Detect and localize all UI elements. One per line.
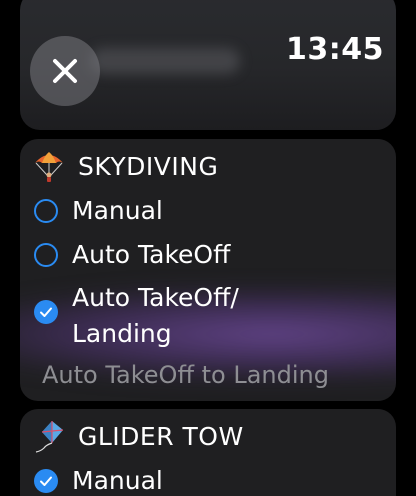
checkmark-icon: [34, 300, 58, 324]
kite-icon: [32, 419, 66, 453]
skydiving-title: SKYDIVING: [78, 151, 219, 181]
radio-unchecked-icon: [34, 243, 58, 267]
skydiving-card: SKYDIVING Manual Auto TakeOff Auto TakeO…: [20, 139, 396, 401]
radio-unchecked-icon: [34, 199, 58, 223]
parachute-icon: [32, 149, 66, 183]
header-blurred-title: [90, 48, 240, 74]
option-auto-takeoff-landing[interactable]: Auto TakeOff/ Landing: [34, 280, 239, 352]
option-label: Auto TakeOff: [72, 240, 231, 269]
glider-tow-header: GLIDER TOW: [32, 419, 244, 453]
status-time: 13:45: [286, 32, 384, 67]
option-label: Auto TakeOff/ Landing: [72, 283, 239, 348]
glider-tow-card: GLIDER TOW Manual: [20, 409, 396, 496]
option-label: Manual: [72, 196, 163, 225]
option-glider-manual[interactable]: Manual: [34, 463, 163, 496]
close-button[interactable]: [30, 36, 100, 106]
glider-tow-title: GLIDER TOW: [78, 421, 244, 451]
close-icon: [53, 59, 77, 83]
option-manual[interactable]: Manual: [34, 193, 163, 229]
option-label: Manual: [72, 466, 163, 495]
option-auto-takeoff[interactable]: Auto TakeOff: [34, 237, 230, 273]
skydiving-header: SKYDIVING: [32, 149, 218, 183]
selected-mode-description: Auto TakeOff to Landing: [42, 361, 329, 389]
checkmark-icon: [34, 469, 58, 493]
watch-screen: 13:45 SKYDIVING Manual Auto TakeOff Auto…: [0, 0, 416, 496]
